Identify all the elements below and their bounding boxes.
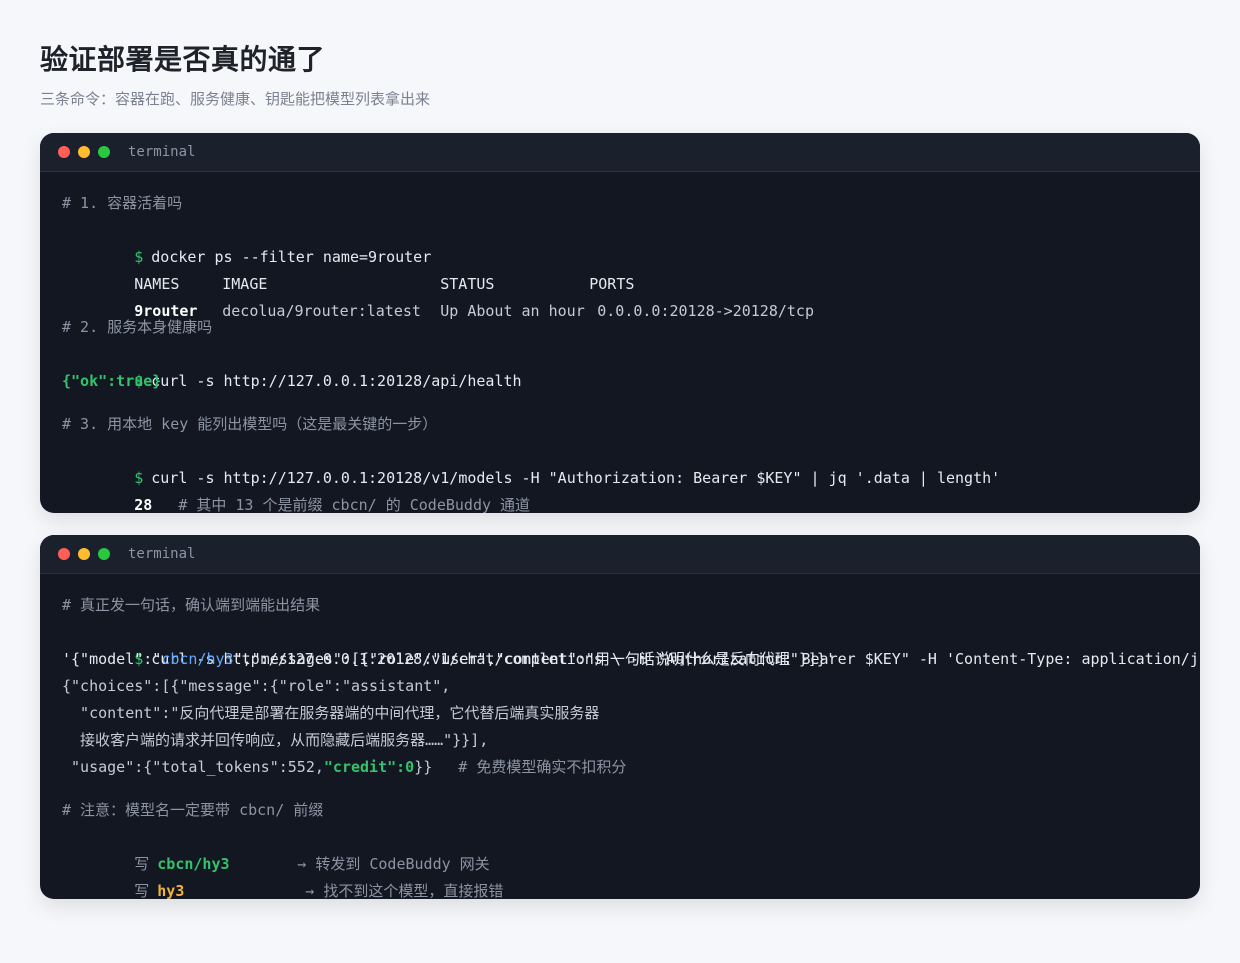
chat-response-line: {"choices":[{"message":{"role":"assistan… [62,677,451,695]
chat-usage-line: "usage":{"total_tokens":552,"credit":0}}… [62,754,1178,781]
page: 验证部署是否真的通了 三条命令：容器在跑、服务健康、钥匙能把模型列表拿出来 te… [0,0,1240,963]
docker-command: docker ps --filter name=9router [151,248,432,266]
column-header: IMAGE [222,275,268,293]
write-label: 写 [134,855,150,873]
terminal-window-chat-check: terminal # 真正发一句话，确认端到端能出结果 $ curl -s htt… [40,535,1200,899]
minimize-dot-icon[interactable] [78,146,90,158]
terminal-comment: # 3. 用本地 key 能列出模型吗（这是最关键的一步） [62,415,438,433]
container-image: decolua/9router:latest [222,302,421,320]
chat-response-line: 接收客户端的请求并回传响应，从而隐藏后端服务器……"}}], [62,731,489,749]
payload-model: cbcn/hy3 [161,650,234,668]
terminal-output: # 真正发一句话，确认端到端能出结果 $ curl -s http://127.0… [40,574,1200,899]
usage-prefix: "usage":{"total_tokens":552, [62,758,324,776]
column-header: STATUS [440,275,495,293]
models-count: 28 [134,496,153,513]
incorrect-model-description: → 找不到这个模型，直接报错 [305,882,504,899]
models-command: curl -s http://127.0.0.1:20128/v1/models… [151,469,1001,487]
terminal-output: # 1. 容器活着吗 $ docker ps --filter name=9rou… [40,172,1200,513]
credit-value: "credit":0 [323,758,415,776]
correct-model-description: → 转发到 CodeBuddy 网关 [297,855,490,873]
health-command: curl -s http://127.0.0.1:20128/api/healt… [151,372,522,390]
models-count-comment: # 其中 13 个是前缀 cbcn/ 的 CodeBuddy 通道 [178,496,531,513]
terminal-command-line: $ curl -s http://127.0.0.1:20128/api/heal… [62,341,1178,390]
shell-prompt: $ [134,248,144,266]
model-note-row: 写 cbcn/hy3 → 转发到 CodeBuddy 网关 [62,824,1178,873]
column-header: NAMES [134,275,180,293]
write-label: 写 [134,882,150,899]
terminal-command-line: $ curl -s http://127.0.0.1:20128/v1/chat/… [62,619,1200,668]
terminal-titlebar: terminal [40,133,1200,172]
column-header: PORTS [589,275,635,293]
container-ports: 0.0.0.0:20128->20128/tcp [597,302,814,320]
page-title: 验证部署是否真的通了 [40,43,326,76]
terminal-titlebar: terminal [40,535,1200,574]
shell-prompt: $ [134,469,144,487]
terminal-comment: # 1. 容器活着吗 [62,194,183,212]
payload-prefix: '{"model":" [62,650,162,668]
payload-suffix: ","messages":[{"role":"user","content":"… [233,650,835,668]
terminal-comment: # 注意：模型名一定要带 cbcn/ 前缀 [62,801,324,819]
usage-suffix: }} [414,758,433,776]
minimize-dot-icon[interactable] [78,548,90,560]
terminal-title: terminal [128,546,196,562]
page-subtitle: 三条命令：容器在跑、服务健康、钥匙能把模型列表拿出来 [40,90,431,108]
close-dot-icon[interactable] [58,548,70,560]
incorrect-model-name: hy3 [157,882,185,899]
maximize-dot-icon[interactable] [98,548,110,560]
terminal-title: terminal [128,144,196,160]
correct-model-name: cbcn/hy3 [157,855,230,873]
container-status: Up About an hour [440,302,585,320]
usage-comment: # 免费模型确实不扣积分 [458,758,627,776]
terminal-command-line: $ docker ps --filter name=9router [62,217,1178,266]
terminal-window-deployment-check: terminal # 1. 容器活着吗 $ docker ps --filter … [40,133,1200,513]
chat-response-line: "content":"反向代理是部署在服务器端的中间代理，它代替后端真实服务器 [62,704,600,722]
terminal-command-line: $ curl -s http://127.0.0.1:20128/v1/model… [62,438,1178,487]
maximize-dot-icon[interactable] [98,146,110,158]
close-dot-icon[interactable] [58,146,70,158]
terminal-comment: # 真正发一句话，确认端到端能出结果 [62,596,321,614]
